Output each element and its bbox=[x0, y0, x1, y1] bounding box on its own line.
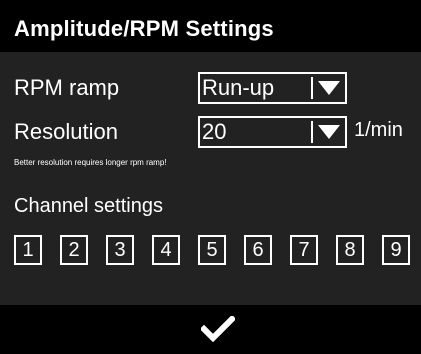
channel-settings-heading: Channel settings bbox=[14, 195, 163, 217]
chevron-down-icon bbox=[317, 78, 341, 98]
title-bar: Amplitude/RPM Settings bbox=[0, 0, 421, 52]
rpm-ramp-dropdown[interactable]: Run-up bbox=[198, 72, 347, 104]
channel-button-7[interactable]: 7 bbox=[290, 235, 318, 265]
channel-button-9[interactable]: 9 bbox=[382, 235, 410, 265]
page-title: Amplitude/RPM Settings bbox=[14, 16, 274, 41]
dropdown-separator bbox=[311, 121, 313, 143]
channel-button-4[interactable]: 4 bbox=[152, 235, 180, 265]
resolution-value: 20 bbox=[202, 119, 227, 144]
confirm-button[interactable] bbox=[200, 314, 236, 344]
channel-button-6[interactable]: 6 bbox=[244, 235, 272, 265]
resolution-label: Resolution bbox=[14, 119, 118, 144]
channel-button-1[interactable]: 1 bbox=[14, 235, 42, 265]
resolution-hint: Better resolution requires longer rpm ra… bbox=[14, 158, 167, 167]
dropdown-separator bbox=[311, 77, 313, 99]
channel-button-3[interactable]: 3 bbox=[106, 235, 134, 265]
channel-buttons: 1 2 3 4 5 6 7 8 9 bbox=[14, 235, 410, 265]
chevron-down-icon bbox=[317, 122, 341, 142]
channel-button-8[interactable]: 8 bbox=[336, 235, 364, 265]
resolution-unit: 1/min bbox=[354, 119, 403, 141]
channel-button-2[interactable]: 2 bbox=[60, 235, 88, 265]
resolution-dropdown[interactable]: 20 bbox=[198, 116, 347, 148]
checkmark-icon bbox=[201, 316, 235, 342]
channel-button-5[interactable]: 5 bbox=[198, 235, 226, 265]
rpm-ramp-value: Run-up bbox=[202, 75, 275, 100]
rpm-ramp-label: RPM ramp bbox=[14, 75, 120, 100]
